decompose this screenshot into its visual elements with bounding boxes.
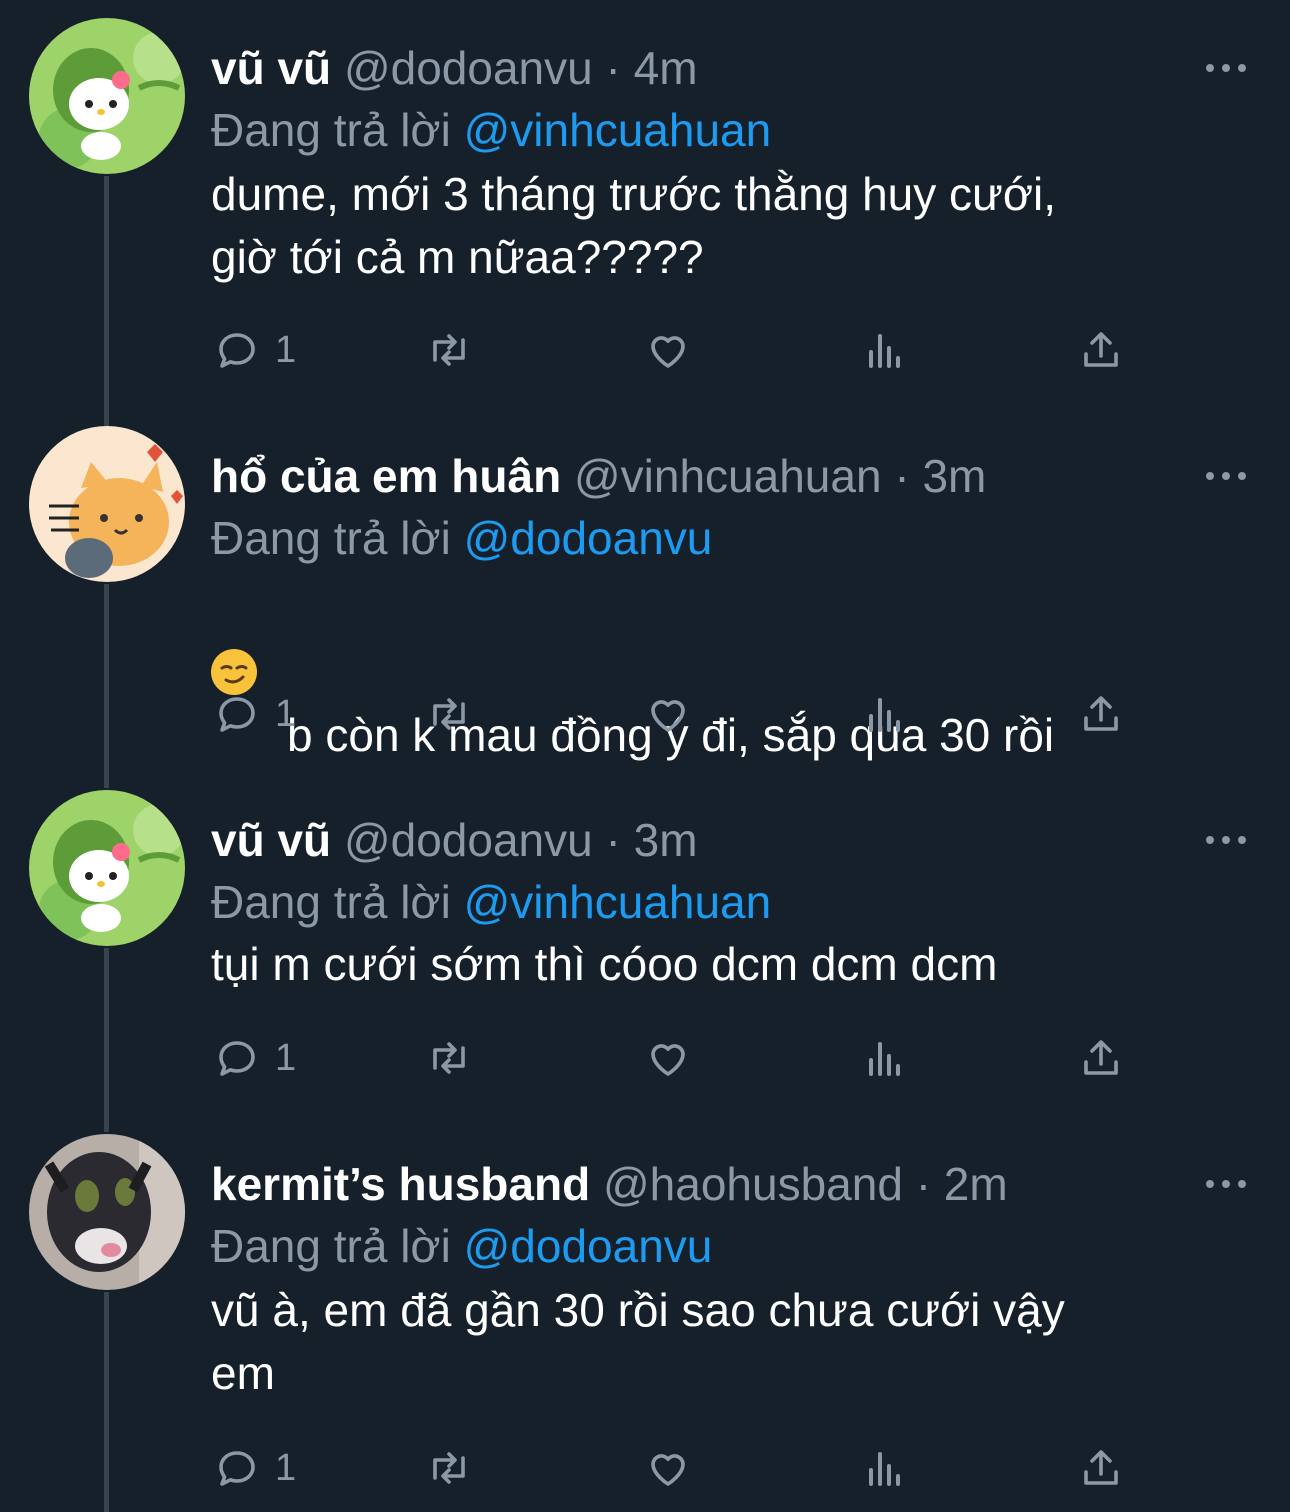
views-button[interactable] xyxy=(861,686,909,742)
reply-button[interactable]: 1 xyxy=(213,1440,296,1496)
reply-to-handle-link[interactable]: @vinhcuahuan xyxy=(464,104,772,156)
reply-count: 1 xyxy=(275,1036,297,1079)
tweet-text: dume, mới 3 tháng trước thằng huy cưới, … xyxy=(211,168,1057,283)
avatar[interactable] xyxy=(29,1134,185,1290)
display-name[interactable]: vũ vũ xyxy=(211,42,331,94)
like-button[interactable] xyxy=(644,1440,692,1496)
separator-dot: · xyxy=(894,450,910,502)
timestamp[interactable]: 4m xyxy=(634,42,698,94)
tweet[interactable]: vũ vũ @dodoanvu · 4m Đang trả lời @vinhc… xyxy=(0,18,1290,418)
user-handle[interactable]: @vinhcuahuan xyxy=(574,450,882,502)
reply-icon xyxy=(219,697,255,732)
share-button[interactable] xyxy=(1077,1440,1125,1496)
avatar-cat-cartoon-image xyxy=(29,426,185,582)
tweet-text: tụi m cưới sớm thì cóoo dcm dcm dcm xyxy=(211,938,998,990)
share-button[interactable] xyxy=(1077,322,1125,378)
heart-icon xyxy=(651,336,685,368)
avatar[interactable] xyxy=(29,18,185,174)
avatar-cat-photo-image xyxy=(29,1134,185,1290)
tweet-header: vũ vũ @dodoanvu · 3m xyxy=(211,810,698,870)
more-options-icon[interactable] xyxy=(1206,830,1246,850)
avatar-kitty-image xyxy=(29,18,185,174)
separator-dot: · xyxy=(605,42,621,94)
heart-icon xyxy=(651,700,685,732)
separator-dot: · xyxy=(605,814,621,866)
reply-count: 1 xyxy=(275,1446,297,1489)
reply-icon xyxy=(219,333,255,368)
views-button[interactable] xyxy=(861,1030,909,1086)
display-name[interactable]: vũ vũ xyxy=(211,814,331,866)
tweet-header: kermit’s husband @haohusband · 2m xyxy=(211,1154,1008,1214)
more-options-icon[interactable] xyxy=(1206,58,1246,78)
analytics-icon xyxy=(869,1042,900,1076)
retweet-button[interactable] xyxy=(425,1440,473,1496)
reply-to-handle-link[interactable]: @dodoanvu xyxy=(464,512,713,564)
reply-to-handle-link[interactable]: @dodoanvu xyxy=(464,1220,713,1272)
replying-to: Đang trả lời @vinhcuahuan xyxy=(211,100,771,160)
tweet[interactable]: hổ của em huân @vinhcuahuan · 3m Đang tr… xyxy=(0,426,1290,776)
action-bar: 1 xyxy=(211,1030,1131,1086)
analytics-icon xyxy=(869,334,900,368)
replying-to-label: Đang trả lời xyxy=(211,512,451,564)
action-bar: 1 xyxy=(211,686,1131,742)
replying-to: Đang trả lời @dodoanvu xyxy=(211,1216,712,1276)
action-bar: 1 xyxy=(211,322,1131,378)
analytics-icon xyxy=(869,698,900,732)
replying-to: Đang trả lời @vinhcuahuan xyxy=(211,872,771,932)
more-options-icon[interactable] xyxy=(1206,1174,1246,1194)
heart-icon xyxy=(651,1454,685,1486)
retweet-icon xyxy=(433,1452,465,1484)
reply-to-handle-link[interactable]: @vinhcuahuan xyxy=(464,876,772,928)
like-button[interactable] xyxy=(644,1030,692,1086)
analytics-icon xyxy=(869,1452,900,1486)
retweet-button[interactable] xyxy=(425,322,473,378)
avatar[interactable] xyxy=(29,790,185,946)
share-icon xyxy=(1084,696,1118,731)
reply-button[interactable]: 1 xyxy=(213,686,296,742)
user-handle[interactable]: @haohusband xyxy=(603,1158,903,1210)
avatar-kitty-image xyxy=(29,790,185,946)
reply-count: 1 xyxy=(275,328,297,371)
reply-count: 1 xyxy=(275,692,297,735)
more-options-icon[interactable] xyxy=(1206,466,1246,486)
replying-to-label: Đang trả lời xyxy=(211,876,451,928)
retweet-button[interactable] xyxy=(425,686,473,742)
user-handle[interactable]: @dodoanvu xyxy=(344,42,593,94)
timestamp[interactable]: 3m xyxy=(634,814,698,866)
share-icon xyxy=(1084,1450,1118,1485)
share-button[interactable] xyxy=(1077,1030,1125,1086)
display-name[interactable]: hổ của em huân xyxy=(211,450,561,502)
tweet[interactable]: vũ vũ @dodoanvu · 3m Đang trả lời @vinhc… xyxy=(0,790,1290,1126)
views-button[interactable] xyxy=(861,322,909,378)
separator-dot: · xyxy=(915,1158,932,1210)
reply-icon xyxy=(219,1041,255,1076)
user-handle[interactable]: @dodoanvu xyxy=(344,814,593,866)
reply-button[interactable]: 1 xyxy=(213,322,296,378)
timestamp[interactable]: 3m xyxy=(922,450,986,502)
replying-to-label: Đang trả lời xyxy=(211,104,451,156)
timestamp[interactable]: 2m xyxy=(944,1158,1008,1210)
tweet[interactable]: kermit’s husband @haohusband · 2m Đang t… xyxy=(0,1134,1290,1512)
replying-to-label: Đang trả lời xyxy=(211,1220,451,1272)
tweet-header: vũ vũ @dodoanvu · 4m xyxy=(211,38,698,98)
like-button[interactable] xyxy=(644,686,692,742)
share-button[interactable] xyxy=(1077,686,1125,742)
retweet-icon xyxy=(433,698,465,730)
replying-to: Đang trả lời @dodoanvu xyxy=(211,508,712,568)
retweet-icon xyxy=(433,1042,465,1074)
reply-icon xyxy=(219,1451,255,1486)
tweet-text: vũ à, em đã gần 30 rồi sao chưa cưới vậy… xyxy=(211,1284,1065,1399)
display-name[interactable]: kermit’s husband xyxy=(211,1158,590,1210)
like-button[interactable] xyxy=(644,322,692,378)
share-icon xyxy=(1084,1040,1118,1075)
share-icon xyxy=(1084,332,1118,367)
reply-button[interactable]: 1 xyxy=(213,1030,296,1086)
retweet-icon xyxy=(433,334,465,366)
views-button[interactable] xyxy=(861,1440,909,1496)
retweet-button[interactable] xyxy=(425,1030,473,1086)
action-bar: 1 xyxy=(211,1440,1131,1496)
heart-icon xyxy=(651,1044,685,1076)
avatar[interactable] xyxy=(29,426,185,582)
tweet-header: hổ của em huân @vinhcuahuan · 3m xyxy=(211,446,986,506)
